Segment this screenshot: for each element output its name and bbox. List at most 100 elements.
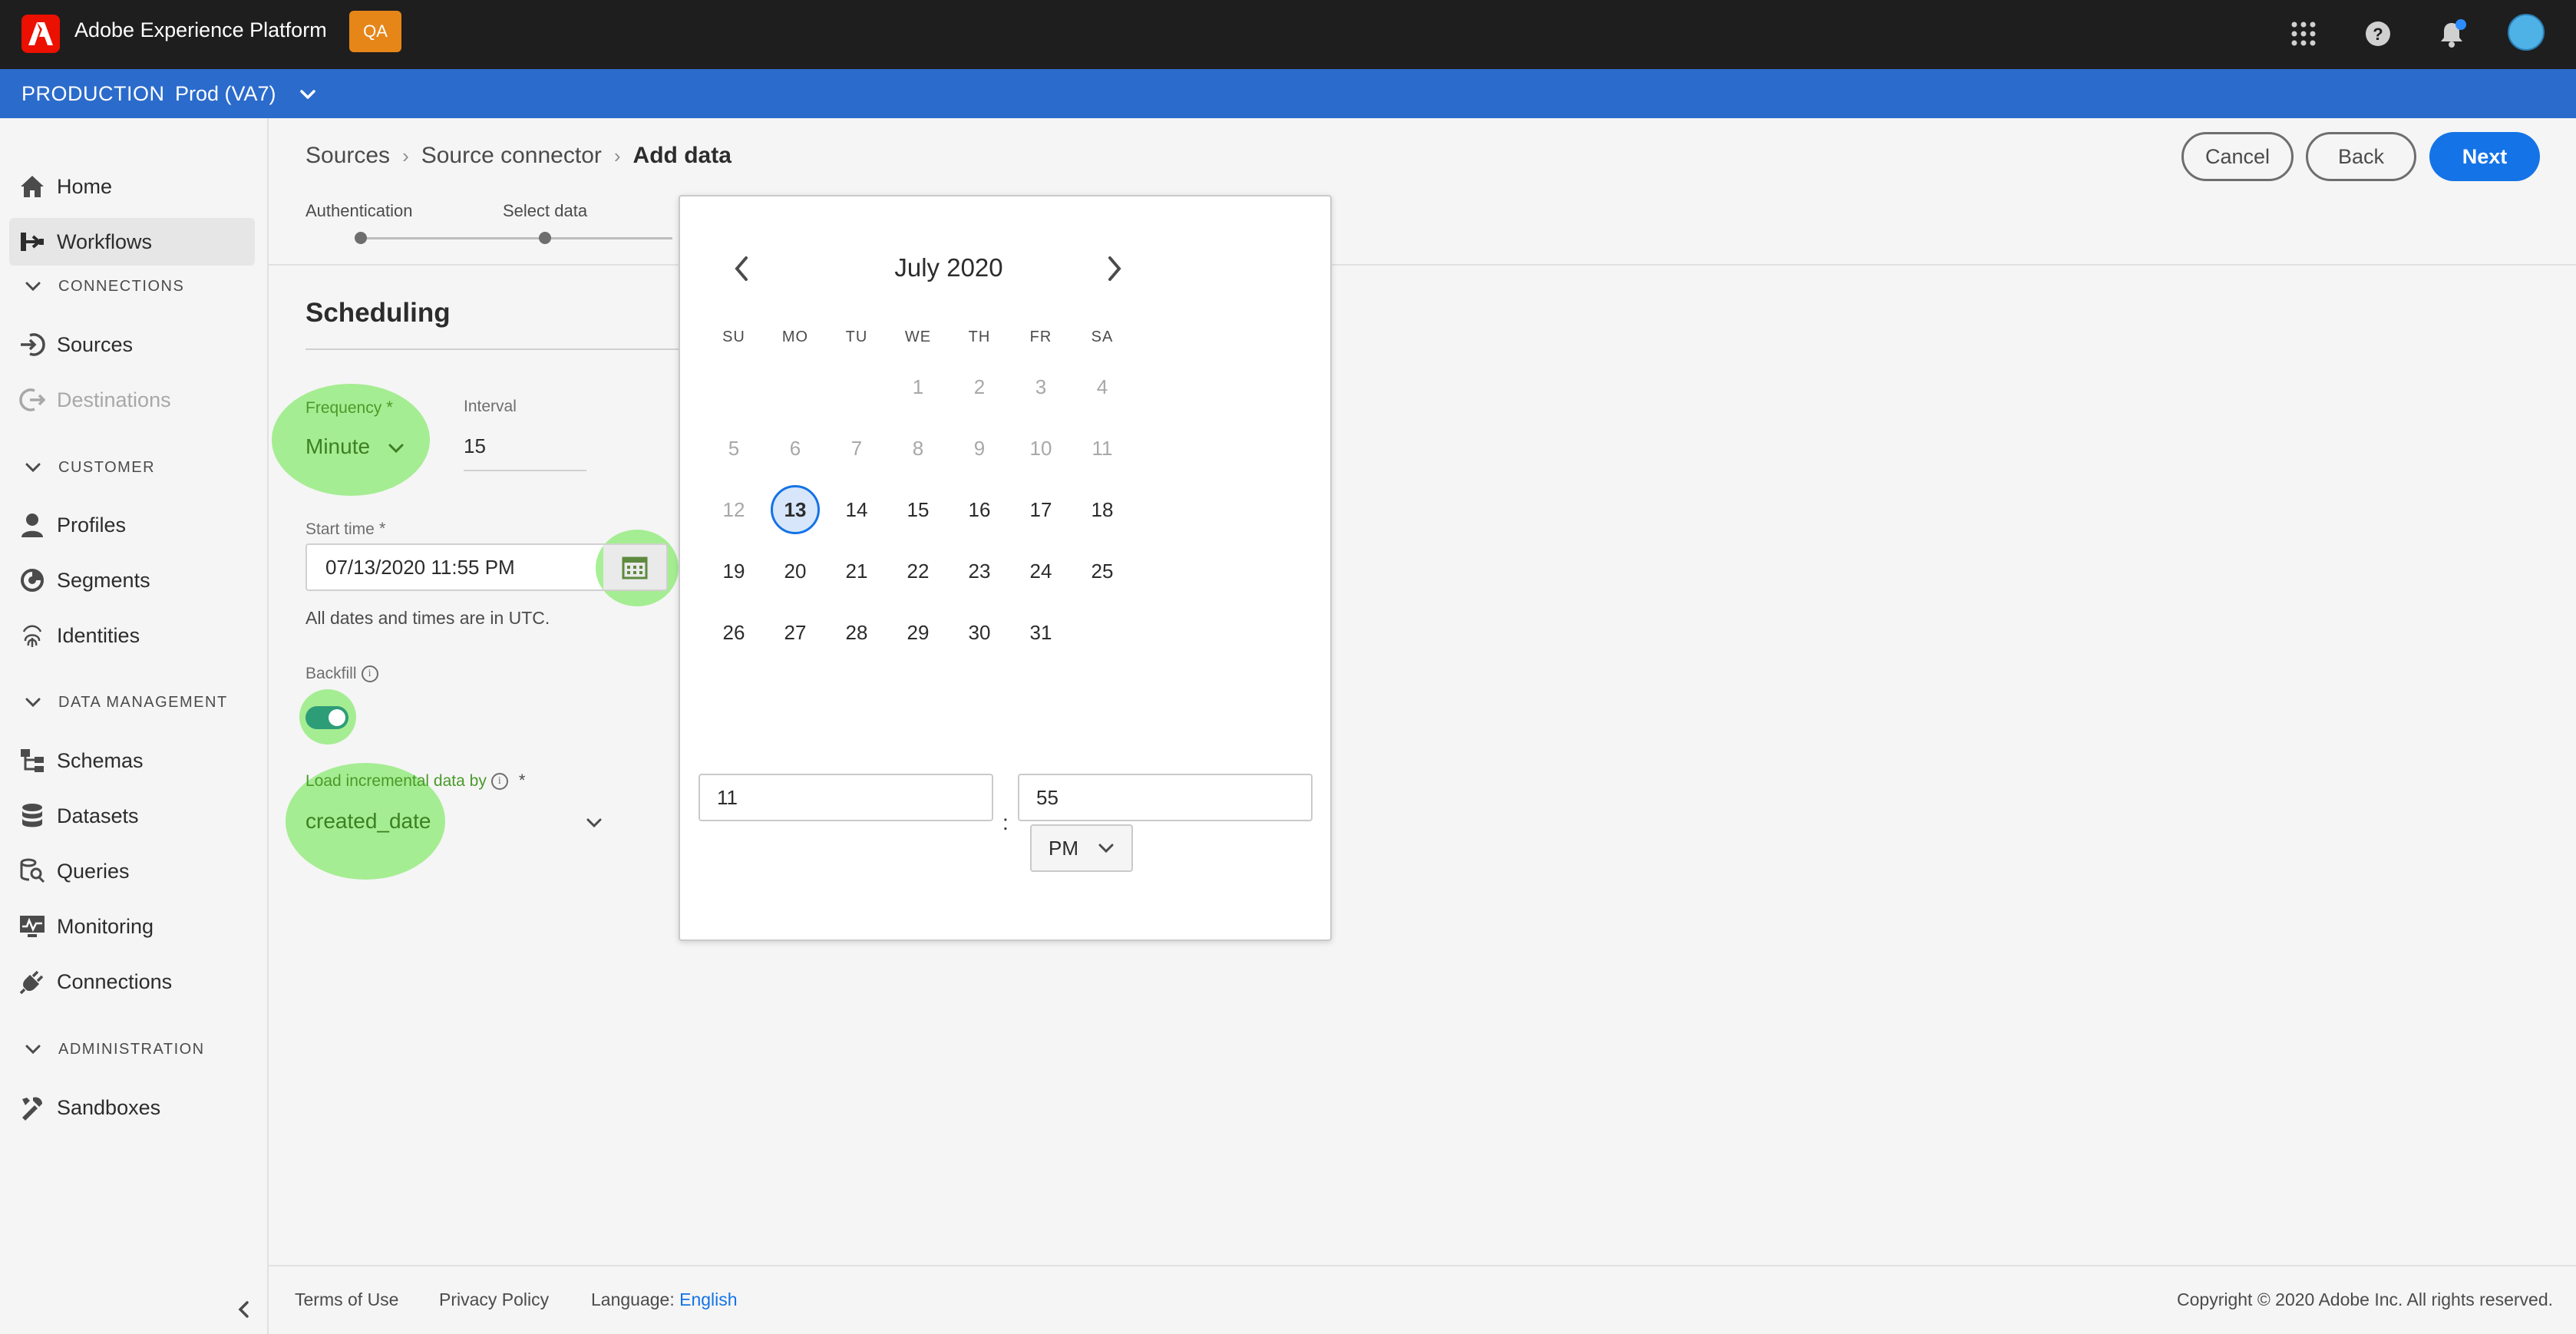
apps-grid-icon[interactable] (2287, 17, 2320, 51)
breadcrumb: Sources › Source connector › Add data (305, 143, 732, 169)
sidebar-item-monitoring[interactable]: Monitoring (9, 903, 255, 950)
time-separator: : (1002, 811, 1009, 834)
chevron-down-icon (25, 282, 41, 292)
adobe-logo-icon[interactable] (21, 15, 60, 53)
calendar-day: 11 (1091, 436, 1113, 460)
collapse-sidebar-chevron-icon[interactable] (230, 1296, 258, 1323)
section-customer[interactable]: CUSTOMER (23, 457, 155, 477)
incremental-select[interactable]: created_date (305, 809, 431, 834)
interval-underline (464, 470, 586, 471)
sidebar-item-destinations[interactable]: Destinations (9, 376, 255, 424)
calendar-day[interactable]: 20 (771, 546, 820, 596)
calendar-day[interactable]: 26 (709, 608, 758, 657)
header-divider (269, 264, 2576, 266)
calendar-day[interactable]: 19 (709, 546, 758, 596)
sources-icon (17, 329, 48, 360)
calendar-day[interactable]: 15 (893, 485, 943, 534)
calendar-day[interactable]: 30 (955, 608, 1004, 657)
calendar-day-selected[interactable]: 13 (771, 485, 820, 534)
notifications-bell-icon[interactable] (2435, 17, 2469, 51)
sidebar-item-label: Home (57, 174, 113, 198)
calendar-day: 8 (912, 436, 924, 460)
section-administration[interactable]: ADMINISTRATION (23, 1039, 205, 1059)
calendar-day: 5 (728, 436, 740, 460)
sandbox-tools-icon (17, 1092, 48, 1123)
help-icon[interactable]: ? (2361, 17, 2395, 51)
interval-input[interactable]: 15 (464, 434, 486, 458)
language-selector[interactable]: Language: English (591, 1289, 738, 1310)
next-month-chevron-icon[interactable] (1099, 252, 1130, 286)
sandbox-switcher-chevron-icon[interactable] (296, 83, 319, 106)
scheduling-title: Scheduling (305, 298, 451, 328)
month-title: July 2020 (894, 253, 1003, 282)
sidebar-item-label: Queries (57, 859, 130, 883)
start-time-label: Start time * (305, 519, 386, 538)
calendar-day[interactable]: 22 (893, 546, 943, 596)
calendar-day: 4 (1096, 375, 1108, 398)
incremental-chevron-down-icon[interactable] (582, 811, 606, 835)
breadcrumb-sources[interactable]: Sources (305, 143, 390, 169)
breadcrumb-separator-icon: › (402, 144, 409, 167)
calendar-day: 3 (1035, 375, 1047, 398)
chevron-down-icon (25, 463, 41, 473)
sidebar-item-sandboxes[interactable]: Sandboxes (9, 1084, 255, 1131)
back-button[interactable]: Back (2306, 132, 2416, 181)
sidebar-item-home[interactable]: Home (9, 163, 255, 210)
environment-label: PRODUCTION (21, 82, 165, 105)
sidebar-item-label: Sandboxes (57, 1095, 161, 1119)
frequency-select[interactable]: Minute (305, 434, 407, 459)
calendar-day[interactable]: 27 (771, 608, 820, 657)
minute-input[interactable]: 55 (1018, 774, 1313, 821)
sidebar-item-schemas[interactable]: Schemas (9, 737, 255, 784)
sidebar-item-connections[interactable]: Connections (9, 958, 255, 1005)
next-button[interactable]: Next (2429, 132, 2540, 181)
calendar-day: 10 (1029, 436, 1052, 460)
start-time-input[interactable]: 07/13/2020 11:55 PM (305, 543, 606, 591)
toggle-knob (329, 709, 345, 726)
sidebar-item-sources[interactable]: Sources (9, 321, 255, 368)
calendar-day[interactable]: 18 (1078, 485, 1127, 534)
sidebar-item-segments[interactable]: Segments (9, 556, 255, 604)
user-avatar[interactable] (2508, 14, 2545, 51)
sidebar-item-queries[interactable]: Queries (9, 847, 255, 895)
calendar-day: 6 (789, 436, 801, 460)
previous-month-chevron-icon[interactable] (726, 252, 757, 286)
calendar-day[interactable]: 28 (832, 608, 881, 657)
calendar-day[interactable]: 14 (832, 485, 881, 534)
calendar-day[interactable]: 23 (955, 546, 1004, 596)
backfill-toggle[interactable] (305, 706, 348, 729)
calendar-day[interactable]: 29 (893, 608, 943, 657)
sidebar-item-label: Identities (57, 623, 140, 647)
calendar-day[interactable]: 24 (1016, 546, 1065, 596)
step-authentication-label: Authentication (305, 201, 413, 220)
footer-divider (269, 1265, 2576, 1266)
chevron-down-icon (388, 444, 404, 453)
sidebar-item-workflows[interactable]: Workflows (9, 218, 255, 266)
sandbox-name[interactable]: Prod (VA7) (175, 82, 276, 106)
calendar-day[interactable]: 31 (1016, 608, 1065, 657)
environment-bar: PRODUCTION Prod (VA7) (0, 69, 2576, 118)
cancel-button[interactable]: Cancel (2181, 132, 2294, 181)
calendar-day[interactable]: 25 (1078, 546, 1127, 596)
frequency-label: Frequency * (305, 398, 393, 417)
section-data-management[interactable]: DATA MANAGEMENT (23, 692, 228, 712)
query-search-icon (17, 856, 48, 887)
am-pm-select[interactable]: PM (1030, 824, 1133, 872)
hour-input[interactable]: 11 (698, 774, 993, 821)
calendar-day[interactable]: 21 (832, 546, 881, 596)
sidebar-item-profiles[interactable]: Profiles (9, 501, 255, 549)
calendar-day: 2 (973, 375, 986, 398)
calendar-day[interactable]: 17 (1016, 485, 1065, 534)
calendar-button[interactable] (603, 543, 668, 591)
privacy-policy-link[interactable]: Privacy Policy (439, 1289, 549, 1310)
sidebar-item-datasets[interactable]: Datasets (9, 792, 255, 840)
segments-icon (17, 565, 48, 596)
section-connections[interactable]: CONNECTIONS (23, 276, 184, 296)
fingerprint-icon (17, 620, 48, 651)
breadcrumb-source-connector[interactable]: Source connector (421, 143, 602, 169)
calendar-day[interactable]: 16 (955, 485, 1004, 534)
sidebar-item-label: Connections (57, 969, 173, 993)
terms-of-use-link[interactable]: Terms of Use (295, 1289, 398, 1310)
sidebar-item-identities[interactable]: Identities (9, 612, 255, 659)
monitoring-icon (17, 911, 48, 942)
